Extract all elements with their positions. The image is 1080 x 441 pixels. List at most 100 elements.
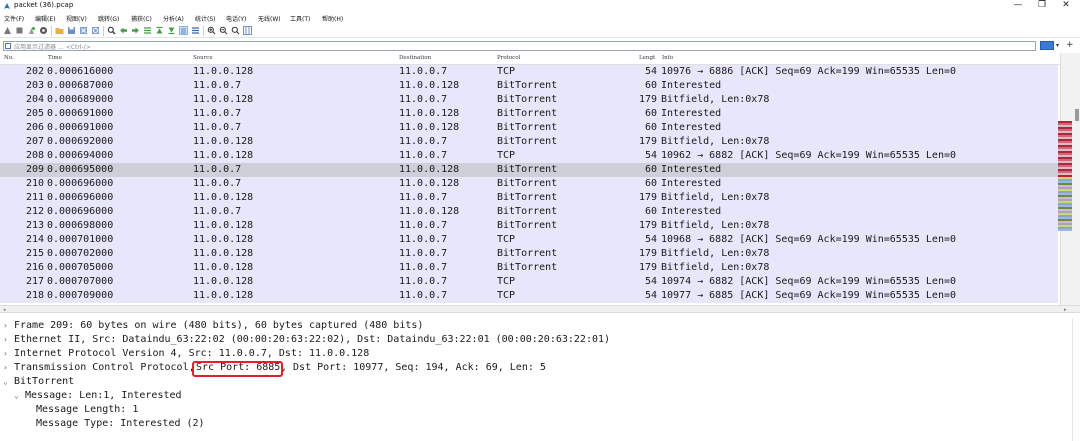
minimap-stripe bbox=[1058, 173, 1072, 175]
minimap-stripe bbox=[1058, 219, 1072, 221]
open-file-icon[interactable] bbox=[55, 26, 64, 35]
table-row[interactable]: 210 0.000696000 11.0.0.7 11.0.0.128 BitTorre… bbox=[0, 177, 1058, 191]
table-row[interactable]: 213 0.000698000 11.0.0.128 11.0.0.7 BitTorre… bbox=[0, 219, 1058, 233]
close-button[interactable]: ✕ bbox=[1056, 0, 1076, 12]
capture-options-icon[interactable] bbox=[39, 26, 48, 35]
table-row[interactable]: 205 0.000691000 11.0.0.7 11.0.0.128 BitTorre… bbox=[0, 107, 1058, 121]
expand-icon[interactable]: › bbox=[3, 333, 8, 347]
minimap-stripe bbox=[1058, 131, 1072, 133]
go-back-icon[interactable] bbox=[119, 26, 128, 35]
stop-capture-icon[interactable] bbox=[15, 26, 24, 35]
menu-telephony[interactable]: 电话(Y) bbox=[226, 14, 246, 23]
table-row[interactable]: 214 0.000701000 11.0.0.128 11.0.0.7 TCP 54 109… bbox=[0, 233, 1058, 247]
table-row[interactable]: 202 0.000616000 11.0.0.128 11.0.0.7 TCP 54 109… bbox=[0, 65, 1058, 79]
collapse-icon[interactable]: ⌄ bbox=[3, 375, 8, 389]
save-file-icon[interactable] bbox=[67, 26, 76, 35]
collapse-icon[interactable]: ⌄ bbox=[14, 389, 19, 403]
resize-columns-icon[interactable] bbox=[243, 26, 252, 35]
menu-help[interactable]: 帮助(H) bbox=[322, 14, 343, 23]
wireshark-fin-icon bbox=[4, 3, 10, 9]
table-row[interactable]: 212 0.000696000 11.0.0.7 11.0.0.128 BitTorre… bbox=[0, 205, 1058, 219]
cell-info: Interested bbox=[661, 164, 722, 175]
colorize-icon[interactable] bbox=[191, 26, 200, 35]
apply-filter-button[interactable] bbox=[1040, 41, 1054, 50]
column-time[interactable]: Time bbox=[48, 55, 62, 61]
table-row[interactable]: 206 0.000691000 11.0.0.7 11.0.0.128 BitTorre… bbox=[0, 121, 1058, 135]
minimize-button[interactable]: — bbox=[1008, 0, 1028, 12]
packet-list: No. Time Source Destination Protocol Len… bbox=[0, 53, 1060, 305]
column-info[interactable]: Info bbox=[662, 55, 673, 61]
expand-icon[interactable]: › bbox=[3, 319, 8, 333]
menu-capture[interactable]: 捕获(C) bbox=[131, 14, 152, 23]
minimap-stripe bbox=[1058, 189, 1072, 191]
add-filter-button-icon[interactable]: + bbox=[1066, 40, 1074, 50]
menu-statistics[interactable]: 统计(S) bbox=[195, 14, 216, 23]
minimap-stripe bbox=[1058, 227, 1072, 229]
column-no[interactable]: No. bbox=[4, 55, 14, 61]
cell-time: 0.000698000 bbox=[47, 220, 114, 231]
table-row[interactable]: 209 0.000695000 11.0.0.7 11.0.0.128 BitTorre… bbox=[0, 163, 1058, 177]
cell-no: 203 bbox=[26, 80, 45, 91]
table-row[interactable]: 211 0.000696000 11.0.0.128 11.0.0.7 BitTorre… bbox=[0, 191, 1058, 205]
cell-no: 211 bbox=[26, 192, 45, 203]
cell-source: 11.0.0.128 bbox=[193, 192, 254, 203]
cell-no: 217 bbox=[26, 276, 45, 287]
expand-icon[interactable]: › bbox=[3, 361, 8, 375]
display-filter-input[interactable]: 应用显示过滤器 … <Ctrl-/> bbox=[3, 41, 1036, 51]
scroll-left-icon[interactable]: ◂ bbox=[3, 307, 6, 313]
cell-no: 212 bbox=[26, 206, 45, 217]
filter-bookmark-icon[interactable] bbox=[5, 43, 11, 49]
go-to-packet-icon[interactable] bbox=[143, 26, 152, 35]
table-row[interactable]: 208 0.000694000 11.0.0.128 11.0.0.7 TCP 54 109… bbox=[0, 149, 1058, 163]
start-capture-icon[interactable] bbox=[3, 26, 12, 35]
cell-info: Bitfield, Len:0x78 bbox=[661, 220, 770, 231]
menu-tools[interactable]: 工具(T) bbox=[290, 14, 310, 23]
column-protocol[interactable]: Protocol bbox=[497, 55, 520, 61]
column-destination[interactable]: Destination bbox=[399, 55, 431, 61]
restart-capture-icon[interactable] bbox=[27, 26, 36, 35]
table-row[interactable]: 207 0.000692000 11.0.0.128 11.0.0.7 BitTorre… bbox=[0, 135, 1058, 149]
packet-minimap[interactable] bbox=[1058, 121, 1072, 231]
find-packet-icon[interactable] bbox=[107, 26, 116, 35]
menu-view[interactable]: 视图(V) bbox=[66, 14, 87, 23]
src-port-highlight bbox=[192, 361, 283, 377]
expand-icon[interactable]: › bbox=[3, 347, 8, 361]
column-length[interactable]: Lengt bbox=[639, 55, 655, 61]
table-row[interactable]: 217 0.000707000 11.0.0.128 11.0.0.7 TCP 54 109… bbox=[0, 275, 1058, 289]
table-row[interactable]: 215 0.000702000 11.0.0.128 11.0.0.7 BitTorre… bbox=[0, 247, 1058, 261]
table-row[interactable]: 204 0.000689000 11.0.0.128 11.0.0.7 BitTorre… bbox=[0, 93, 1058, 107]
tree-item-label: Message Type: Interested (2) bbox=[36, 418, 205, 429]
details-scrollbar[interactable] bbox=[1072, 318, 1080, 441]
menu-wireless[interactable]: 无线(W) bbox=[258, 14, 281, 23]
table-row[interactable]: 203 0.000687000 11.0.0.7 11.0.0.128 BitTorre… bbox=[0, 79, 1058, 93]
menu-analyze[interactable]: 分析(A) bbox=[163, 14, 184, 23]
zoom-in-icon[interactable] bbox=[207, 26, 216, 35]
cell-protocol: BitTorrent bbox=[497, 206, 558, 217]
table-row[interactable]: 218 0.000709000 11.0.0.128 11.0.0.7 TCP 54 109… bbox=[0, 289, 1058, 303]
first-packet-icon[interactable] bbox=[155, 26, 164, 35]
zoom-out-icon[interactable] bbox=[219, 26, 228, 35]
menu-file[interactable]: 文件(F) bbox=[4, 14, 24, 23]
reload-file-icon[interactable] bbox=[91, 26, 100, 35]
filter-dropdown-icon[interactable]: ▾ bbox=[1056, 42, 1059, 49]
close-file-icon[interactable] bbox=[79, 26, 88, 35]
restore-button[interactable]: ❐ bbox=[1032, 0, 1052, 12]
minimap-stripe bbox=[1058, 215, 1072, 217]
cell-no: 206 bbox=[26, 122, 45, 133]
pane-splitter[interactable]: ◂ ▸ bbox=[0, 305, 1080, 313]
column-source[interactable]: Source bbox=[193, 55, 213, 61]
cell-source: 11.0.0.128 bbox=[193, 276, 254, 287]
scroll-right-icon[interactable]: ▸ bbox=[1064, 307, 1067, 313]
table-row[interactable]: 216 0.000705000 11.0.0.128 11.0.0.7 BitTorre… bbox=[0, 261, 1058, 275]
cell-destination: 11.0.0.7 bbox=[399, 262, 448, 273]
zoom-reset-icon[interactable] bbox=[231, 26, 240, 35]
auto-scroll-icon[interactable] bbox=[179, 26, 188, 35]
minimap-stripe bbox=[1058, 223, 1072, 225]
last-packet-icon[interactable] bbox=[167, 26, 176, 35]
menu-edit[interactable]: 编辑(E) bbox=[35, 14, 55, 23]
cell-no: 209 bbox=[26, 164, 45, 175]
cell-protocol: BitTorrent bbox=[497, 80, 558, 91]
scrollbar-thumb[interactable] bbox=[1075, 109, 1079, 121]
menu-go[interactable]: 跳转(G) bbox=[98, 14, 119, 23]
go-forward-icon[interactable] bbox=[131, 26, 140, 35]
